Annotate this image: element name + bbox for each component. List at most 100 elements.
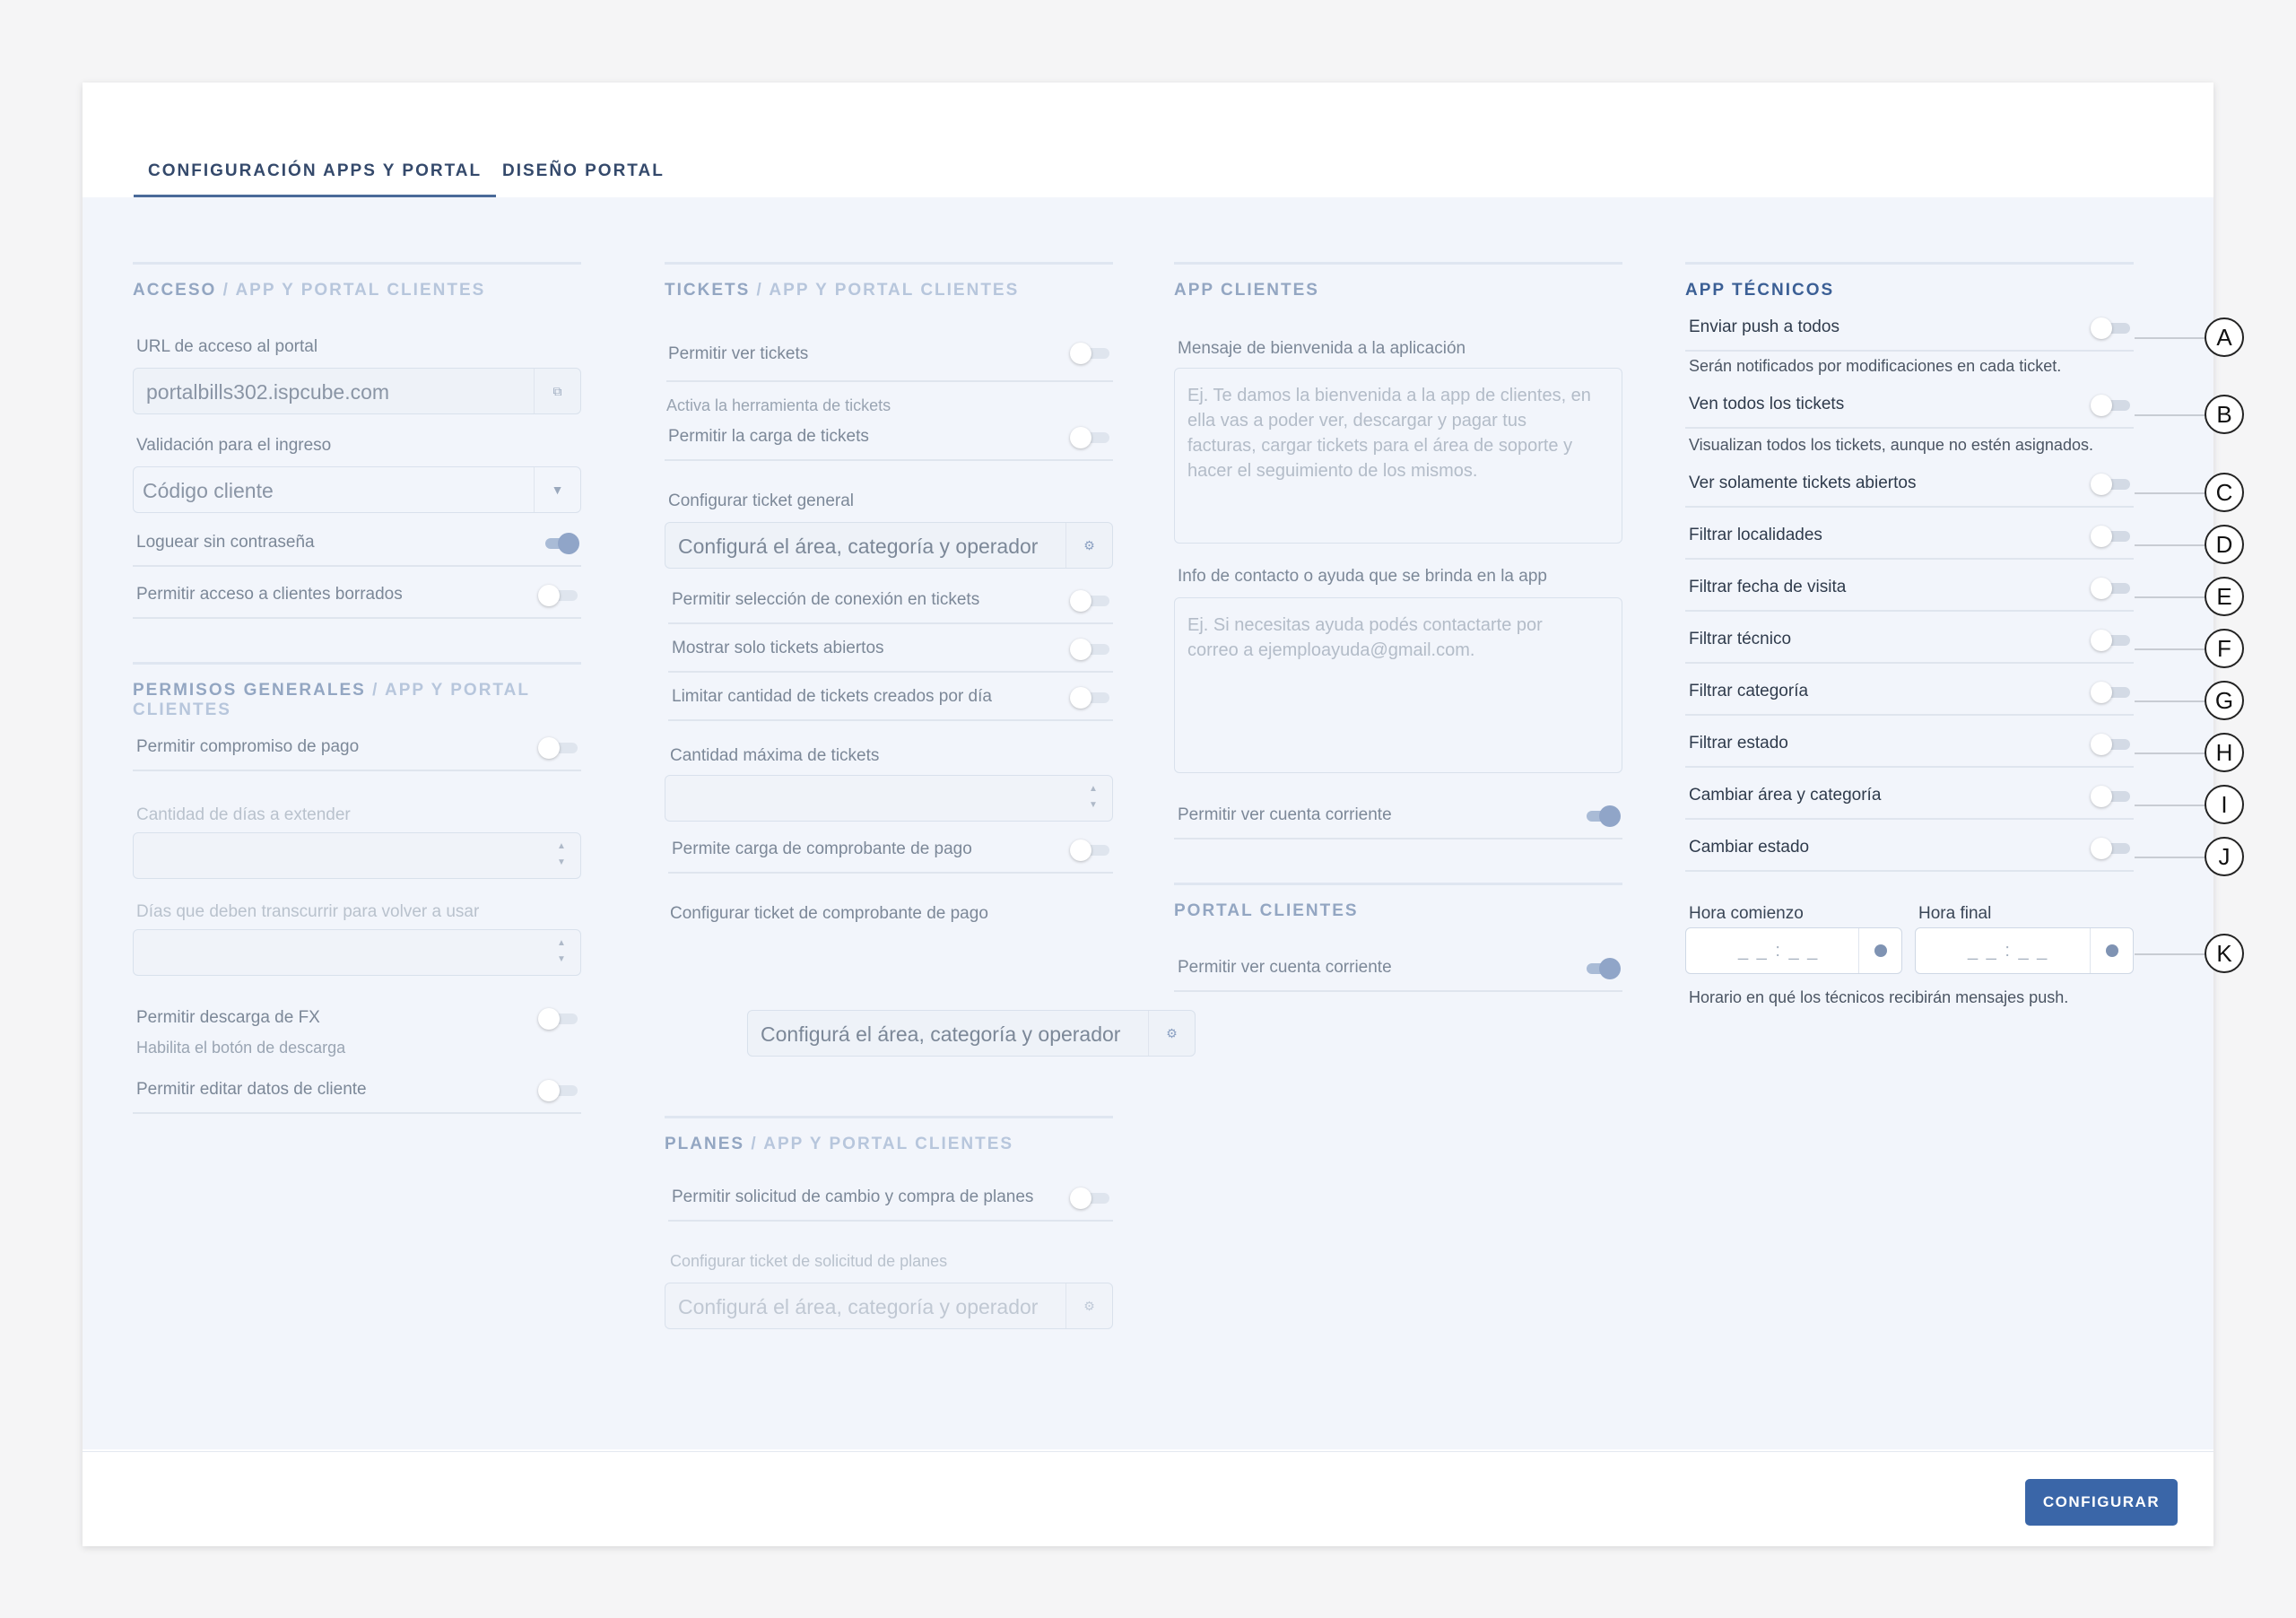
callout-line <box>2135 544 2206 546</box>
dias-extender-input[interactable]: ▲ ▼ <box>133 832 581 879</box>
seleccion-label: Permitir selección de conexión en ticket… <box>672 590 980 609</box>
localidades-toggle[interactable] <box>2091 526 2132 547</box>
config-comprobante-input[interactable]: Configurá el área, categoría y operador … <box>747 1010 1196 1057</box>
url-label: URL de acceso al portal <box>136 337 318 356</box>
cambiar-estado-row: Cambiar estado <box>1685 827 2134 872</box>
section-title-sep: / <box>365 681 385 700</box>
limitar-row: Limitar cantidad de tickets creados por … <box>668 676 1113 721</box>
loguear-toggle[interactable] <box>538 533 579 554</box>
portal-clientes-section: PORTAL CLIENTES Permitir ver cuenta corr… <box>1174 883 1622 1062</box>
cambiar-area-toggle[interactable] <box>2091 786 2132 807</box>
copy-icon[interactable]: ⧉ <box>534 369 580 413</box>
ver-tickets-toggle[interactable] <box>1070 343 1111 364</box>
bienvenida-label: Mensaje de bienvenida a la aplicación <box>1178 339 1466 358</box>
section-divider <box>1685 262 2134 265</box>
clock-icon[interactable] <box>1858 928 1901 973</box>
push-row: Enviar push a todos <box>1685 307 2134 352</box>
comprobante-label: Permite carga de comprobante de pago <box>672 839 972 858</box>
chevron-down-icon[interactable]: ▼ <box>534 467 580 512</box>
descarga-fx-label: Permitir descarga de FX <box>136 1008 320 1027</box>
estado-toggle[interactable] <box>2091 734 2132 755</box>
push-label: Enviar push a todos <box>1689 318 1839 336</box>
section-title-main: PLANES <box>665 1135 745 1153</box>
solo-abiertos-row: Mostrar solo tickets abiertos <box>668 628 1113 673</box>
editar-toggle[interactable] <box>538 1080 579 1101</box>
gear-icon[interactable]: ⚙ <box>1065 1283 1112 1328</box>
descarga-hint: Habilita el botón de descarga <box>136 1039 346 1057</box>
cuenta-portal-toggle[interactable] <box>1579 958 1621 979</box>
compromiso-label: Permitir compromiso de pago <box>136 737 360 756</box>
limitar-toggle[interactable] <box>1070 687 1111 709</box>
solo-abiertos-label: Mostrar solo tickets abiertos <box>672 639 884 657</box>
ver-tickets-hint: Activa la herramienta de tickets <box>666 380 1113 415</box>
spinner-icon[interactable]: ▲ ▼ <box>1087 781 1100 813</box>
validacion-label: Validación para el ingreso <box>136 436 332 455</box>
section-title-sep: / <box>744 1135 764 1153</box>
seleccion-toggle[interactable] <box>1070 590 1111 612</box>
hora-comienzo-value: _ _ : _ _ <box>1738 941 1820 961</box>
spinner-icon[interactable]: ▲ ▼ <box>555 839 568 871</box>
tecnico-toggle[interactable] <box>2091 630 2132 651</box>
callout-line <box>2135 337 2206 339</box>
tab-configuracion-apps[interactable]: CONFIGURACIÓN APPS Y PORTAL <box>134 161 497 197</box>
configurar-button[interactable]: CONFIGURAR <box>2025 1479 2178 1526</box>
borrados-label: Permitir acceso a clientes borrados <box>136 585 403 604</box>
compromiso-toggle[interactable] <box>538 737 579 759</box>
section-divider <box>133 262 581 265</box>
callout-line <box>2135 953 2206 955</box>
horario-hint: Horario en qué los técnicos recibirán me… <box>1689 988 2069 1006</box>
descarga-fx-toggle[interactable] <box>538 1008 579 1030</box>
carga-toggle[interactable] <box>1070 427 1111 448</box>
categoria-toggle[interactable] <box>2091 682 2132 703</box>
config-solicitud-input[interactable]: Configurá el área, categoría y operador … <box>665 1283 1113 1329</box>
comprobante-row: Permite carga de comprobante de pago <box>668 829 1113 874</box>
comprobante-toggle[interactable] <box>1070 839 1111 861</box>
push-toggle[interactable] <box>2091 318 2132 339</box>
cambiar-estado-toggle[interactable] <box>2091 838 2132 859</box>
solicitud-toggle[interactable] <box>1070 1187 1111 1209</box>
solicitud-label: Permitir solicitud de cambio y compra de… <box>672 1187 1034 1206</box>
section-title-main: ACCESO <box>133 281 217 300</box>
section-title: TICKETS / APP Y PORTAL CLIENTES <box>665 281 1113 300</box>
app-clientes-section: APP CLIENTES Mensaje de bienvenida a la … <box>1174 262 1622 908</box>
tab-diseno-portal[interactable]: DISEÑO PORTAL <box>488 161 679 197</box>
cuenta-app-row: Permitir ver cuenta corriente <box>1174 795 1622 839</box>
permisos-section: PERMISOS GENERALES / APP Y PORTAL CLIENT… <box>133 662 581 1146</box>
section-title-main: APP CLIENTES <box>1174 281 1319 300</box>
cuenta-portal-label: Permitir ver cuenta corriente <box>1178 958 1392 977</box>
spinner-icon[interactable]: ▲ ▼ <box>555 935 568 968</box>
cuenta-app-toggle[interactable] <box>1579 805 1621 827</box>
url-field[interactable]: portalbills302.ispcube.com ⧉ <box>133 368 581 414</box>
section-title: PLANES / APP Y PORTAL CLIENTES <box>665 1135 1113 1154</box>
hora-comienzo-label: Hora comienzo <box>1689 904 1804 923</box>
callout-j: J <box>2205 837 2244 876</box>
ver-tickets-label: Permitir ver tickets <box>668 344 809 363</box>
planes-section: PLANES / APP Y PORTAL CLIENTES Permitir … <box>665 1116 1113 1349</box>
gear-icon[interactable]: ⚙ <box>1065 523 1112 568</box>
categoria-row: Filtrar categoría <box>1685 671 2134 716</box>
ven-todos-hint: Visualizan todos los tickets, aunque no … <box>1689 436 2093 454</box>
section-title: ACCESO / APP Y PORTAL CLIENTES <box>133 281 581 300</box>
fecha-toggle[interactable] <box>2091 578 2132 599</box>
borrados-toggle[interactable] <box>538 585 579 606</box>
solo-abiertos-tec-toggle[interactable] <box>2091 474 2132 495</box>
validacion-select[interactable]: Código cliente ▼ <box>133 466 581 513</box>
section-divider <box>1174 262 1622 265</box>
callout-g: G <box>2205 681 2244 720</box>
solicitud-row: Permitir solicitud de cambio y compra de… <box>668 1177 1113 1222</box>
hora-final-input[interactable]: _ _ : _ _ <box>1915 927 2134 974</box>
config-general-input[interactable]: Configurá el área, categoría y operador … <box>665 522 1113 569</box>
hora-final-label: Hora final <box>1918 904 1992 923</box>
hora-comienzo-input[interactable]: _ _ : _ _ <box>1685 927 1902 974</box>
cantidad-max-input[interactable]: ▲ ▼ <box>665 775 1113 822</box>
ven-todos-toggle[interactable] <box>2091 395 2132 416</box>
dias-transcurrir-input[interactable]: ▲ ▼ <box>133 929 581 976</box>
app-tecnicos-section: APP TÉCNICOS Enviar push a todos Serán n… <box>1685 262 2134 1033</box>
solo-abiertos-toggle[interactable] <box>1070 639 1111 660</box>
ven-todos-row: Ven todos los tickets <box>1685 384 2134 429</box>
editar-label: Permitir editar datos de cliente <box>136 1080 367 1099</box>
contacto-textarea[interactable]: Ej. Si necesitas ayuda podés contactarte… <box>1174 597 1622 773</box>
bienvenida-textarea[interactable]: Ej. Te damos la bienvenida a la app de c… <box>1174 368 1622 544</box>
clock-icon[interactable] <box>2090 928 2133 973</box>
callout-line <box>2135 492 2206 494</box>
